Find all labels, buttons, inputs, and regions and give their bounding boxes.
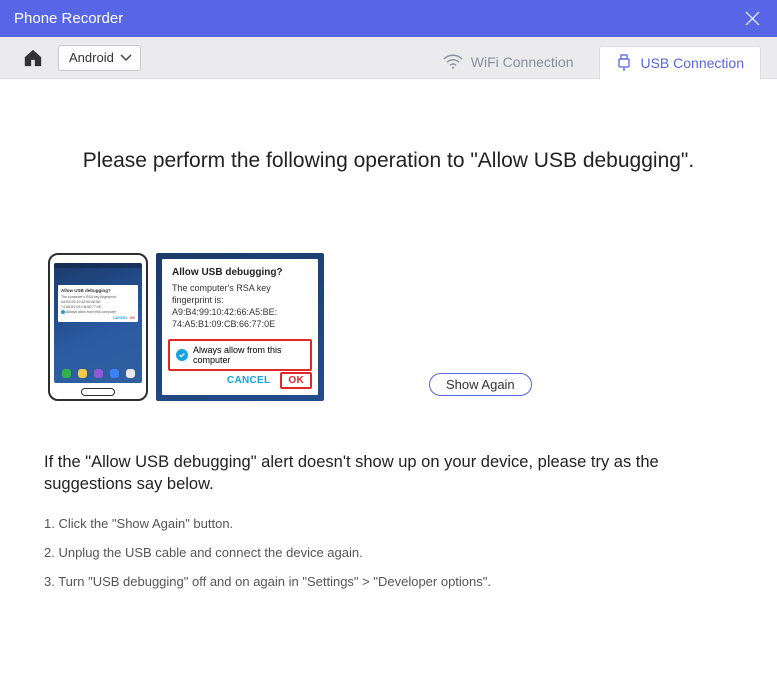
instructions-section: If the "Allow USB debugging" alert doesn… — [44, 451, 733, 589]
mini-dialog-title: Allow USB debugging? — [61, 288, 135, 293]
dialog-always-allow-row: Always allow from this computer — [168, 339, 312, 371]
home-icon — [22, 48, 44, 68]
dock-icon — [78, 369, 87, 378]
phone-mockup: Allow USB debugging? The computer's RSA … — [48, 253, 148, 401]
main-content: Please perform the following operation t… — [0, 149, 777, 589]
tab-usb-connection[interactable]: USB Connection — [599, 46, 761, 80]
illustration-row: Allow USB debugging? The computer's RSA … — [48, 253, 757, 401]
dialog-fingerprint-line: A9:B4:99:10:42:66:A5:BE: — [172, 306, 308, 318]
dock-icon — [126, 369, 135, 378]
dialog-body: The computer's RSA key fingerprint is: A… — [162, 282, 318, 331]
dialog-body-line: The computer's RSA key fingerprint is: — [172, 282, 308, 306]
instruction-step: 1. Click the "Show Again" button. — [44, 516, 733, 531]
home-button[interactable] — [18, 43, 48, 73]
dialog-always-allow-label: Always allow from this computer — [193, 345, 304, 365]
dock-icon — [110, 369, 119, 378]
tab-usb-label: USB Connection — [640, 55, 744, 71]
app-title: Phone Recorder — [14, 10, 123, 27]
instruction-step: 2. Unplug the USB cable and connect the … — [44, 545, 733, 560]
usb-icon — [616, 54, 632, 72]
instruction-step: 3. Turn "USB debugging" off and on again… — [44, 574, 733, 589]
dock-icon — [94, 369, 103, 378]
tab-wifi-label: WiFi Connection — [471, 54, 574, 70]
titlebar: Phone Recorder — [0, 0, 777, 37]
platform-select[interactable]: Android — [58, 45, 141, 71]
instructions-heading: If the "Allow USB debugging" alert doesn… — [44, 451, 733, 496]
wifi-icon — [443, 54, 463, 70]
close-button[interactable] — [737, 4, 767, 34]
chevron-down-icon — [120, 54, 132, 62]
phone-home-button — [81, 388, 115, 396]
mini-cancel: CANCEL — [113, 316, 128, 320]
tab-wifi-connection[interactable]: WiFi Connection — [427, 45, 590, 79]
mini-check-icon — [61, 310, 65, 314]
mini-dialog-line: The computer's RSA key fingerprint — [61, 295, 135, 299]
dialog-cancel-button: CANCEL — [227, 375, 270, 386]
dialog-title: Allow USB debugging? — [162, 259, 318, 282]
check-icon — [176, 349, 188, 361]
dialog-fingerprint-line: 74:A5:B1:09:CB:66:77:0E — [172, 318, 308, 330]
platform-label: Android — [69, 50, 114, 65]
toolbar: Android WiFi Connection USB Connection — [0, 37, 777, 79]
show-again-button[interactable]: Show Again — [429, 373, 532, 396]
page-headline: Please perform the following operation t… — [20, 149, 757, 173]
dock-icon — [62, 369, 71, 378]
zoom-dialog: Allow USB debugging? The computer's RSA … — [156, 253, 324, 401]
phone-mini-dialog: Allow USB debugging? The computer's RSA … — [58, 285, 138, 322]
mini-allow-label: Always allow from this computer — [66, 310, 116, 314]
close-icon — [745, 11, 760, 26]
mini-dialog-line: A9:B4:99:10:42:66:A5:BE — [61, 300, 135, 304]
mini-dialog-line: 74:A5:B1:09:CB:66:77:0E — [61, 305, 135, 309]
dialog-ok-button: OK — [280, 372, 312, 389]
mini-ok: OK — [130, 316, 135, 320]
